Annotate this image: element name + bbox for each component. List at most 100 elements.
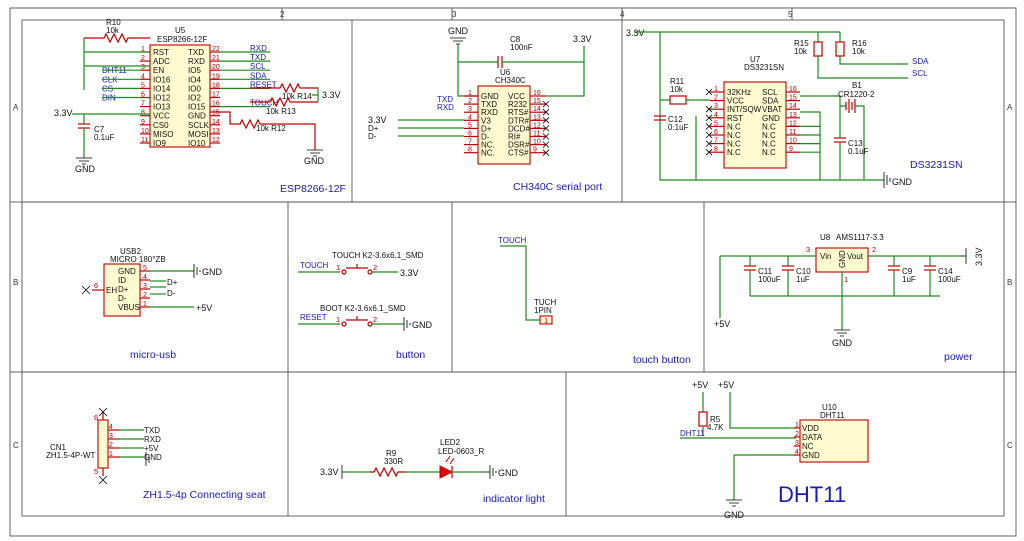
section-title-dht: DHT11 bbox=[778, 482, 846, 507]
col-label: 4 bbox=[620, 10, 625, 19]
touch-net: TOUCH bbox=[300, 261, 329, 270]
u8-pin-gnd: 1 bbox=[844, 275, 848, 284]
power-block: U8 AMS1117-3.3 Vin Vout GND 3 2 1 +5V 3.… bbox=[714, 233, 984, 348]
u5-pin-label: IO15 bbox=[188, 103, 206, 112]
u6-pin-num: 12 bbox=[533, 122, 541, 129]
usb2-pin-label: ID bbox=[118, 276, 126, 285]
u5-pin-num: 20 bbox=[212, 64, 220, 71]
u6-pin-num: 4 bbox=[468, 114, 472, 121]
u5-pin-label: CS0 bbox=[153, 121, 169, 130]
u8-vin: Vin bbox=[820, 252, 831, 261]
u5-pin-label: IO0 bbox=[188, 84, 201, 93]
usb-connector: USB2 MICRO 180°ZB GND 5ID 4D+ 3D- 2VBUS 1 6 E… bbox=[81, 247, 223, 317]
u7-pin-label: N.C bbox=[762, 148, 776, 157]
cn1-net: TXD bbox=[144, 426, 160, 435]
u8-cap-val: 100uF bbox=[758, 275, 781, 284]
u5-pin-num: 17 bbox=[212, 92, 220, 99]
u5-pin-num: 8 bbox=[141, 110, 145, 117]
b1-val: CR1220-2 bbox=[838, 90, 875, 99]
u7-gnd: GND bbox=[892, 177, 913, 187]
c8-val: 100nF bbox=[510, 43, 533, 52]
u8-cap-val: 100uF bbox=[938, 275, 961, 284]
sw-pin: 1 bbox=[336, 315, 340, 324]
r9-resistor bbox=[370, 466, 406, 478]
sw-pin: 2 bbox=[373, 263, 377, 272]
r12-label: 10k R12 bbox=[256, 124, 286, 133]
r11-resistor bbox=[669, 95, 687, 105]
u8-cap-val: 1uF bbox=[796, 275, 810, 284]
usb2-pin-num: 1 bbox=[143, 301, 147, 308]
u5-pin-num: 18 bbox=[212, 82, 220, 89]
u6-vcc-top: 3.3V bbox=[573, 34, 592, 44]
u5-pin-num: 3 bbox=[141, 64, 145, 71]
u7-pin-num: 4 bbox=[714, 112, 718, 119]
u10-pin-label: NC bbox=[802, 442, 814, 451]
u10-pin-num: 1 bbox=[795, 422, 799, 429]
u5-net-label: TXD bbox=[250, 53, 266, 62]
u5-net-label: SDA bbox=[250, 71, 267, 80]
row-label: A bbox=[1007, 103, 1013, 112]
u6-pin-num: 2 bbox=[468, 98, 472, 105]
touch-rail: 3.3V bbox=[400, 268, 419, 278]
u5-pin-label: TXD bbox=[188, 48, 204, 57]
usb2-5v: +5V bbox=[196, 303, 212, 313]
u10-pin-num: 3 bbox=[795, 440, 799, 447]
row-label: C bbox=[1007, 441, 1013, 450]
u6-pin-num: 9 bbox=[533, 147, 537, 154]
u5-vcc-net: 3.3V bbox=[54, 108, 73, 118]
u5-pin-num: 21 bbox=[212, 55, 220, 62]
u5-pin-num: 9 bbox=[141, 119, 145, 126]
u5-pin-num: 6 bbox=[141, 92, 145, 99]
u5-pin-label: RXD bbox=[188, 57, 205, 66]
r5-val: 4.7K bbox=[707, 423, 724, 432]
section-title-led: indicator light bbox=[483, 493, 545, 505]
c12-val: 0.1uF bbox=[668, 123, 689, 132]
u5-pin-label: IO16 bbox=[153, 75, 171, 84]
cn1-net: GND bbox=[144, 453, 162, 462]
u5-pin-num: 12 bbox=[212, 137, 220, 144]
r10-resistor bbox=[84, 32, 150, 44]
dht-gnd: GND bbox=[724, 510, 745, 520]
r16-resistor bbox=[835, 41, 845, 57]
u5-pin-num: 14 bbox=[212, 119, 220, 126]
usb2-eh: EH bbox=[106, 286, 117, 295]
u10-pin-num: 2 bbox=[795, 431, 799, 438]
u5-gnd-right: GND bbox=[304, 156, 325, 166]
u7-pin-num: 7 bbox=[714, 138, 718, 145]
cn1-shield: 5 bbox=[94, 467, 98, 476]
usb2-pin-num: 4 bbox=[143, 274, 147, 281]
u6-pin-num: 11 bbox=[533, 131, 540, 138]
usb2-pin-label: D- bbox=[118, 294, 127, 303]
ch340-module: GND C8 100nF 3.3V U6 CH340C GND1TXD2RXD3… bbox=[368, 26, 592, 165]
usb2-eh-num: 6 bbox=[94, 281, 98, 290]
usb2-part: MICRO 180°ZB bbox=[110, 255, 166, 264]
u8-33v: 3.3V bbox=[974, 247, 984, 266]
touch-pad-pin: 1 bbox=[544, 316, 548, 325]
r9-val: 330R bbox=[384, 457, 403, 466]
u7-pin-num: 11 bbox=[789, 129, 796, 136]
usb2-dp: D+ bbox=[167, 278, 178, 287]
u10-pin-label: VDD bbox=[802, 424, 819, 433]
u7-pin-num: 12 bbox=[789, 120, 797, 127]
u8-part: AMS1117-3.3 bbox=[836, 233, 884, 242]
u7-pin-num: 5 bbox=[714, 120, 718, 127]
u5-pin-label: IO12 bbox=[153, 94, 171, 103]
u5-pin-label: ADC bbox=[153, 57, 170, 66]
cn1-pin-num: 3 bbox=[109, 433, 113, 440]
section-title-zh: ZH1.5-4p Connecting seat bbox=[143, 489, 266, 501]
buttons-block: TOUCH K2-3.6x6.1_SMD TOUCH 1 2 3.3V BOOT… bbox=[298, 251, 433, 331]
c13-val: 0.1uF bbox=[848, 147, 869, 156]
u7-vcc: 3.3V bbox=[626, 28, 645, 38]
r10-val: 10k bbox=[106, 26, 120, 35]
row-label: B bbox=[1007, 278, 1012, 287]
u8-gnd-label: GND bbox=[832, 338, 853, 348]
cn1-pin-num: 1 bbox=[109, 451, 113, 458]
u7-pin-num: 6 bbox=[714, 129, 718, 136]
sw-pin: 2 bbox=[373, 315, 377, 324]
u7-pin-num: 1 bbox=[714, 86, 718, 93]
touch-pad-block: TOUCH TUCH 1PIN 1 bbox=[498, 236, 556, 325]
u5-pin-num: 11 bbox=[141, 137, 148, 144]
u10-pin-num: 4 bbox=[795, 449, 799, 456]
b1-ref: B1 bbox=[852, 81, 862, 90]
dht-5v-b: +5V bbox=[718, 380, 734, 390]
